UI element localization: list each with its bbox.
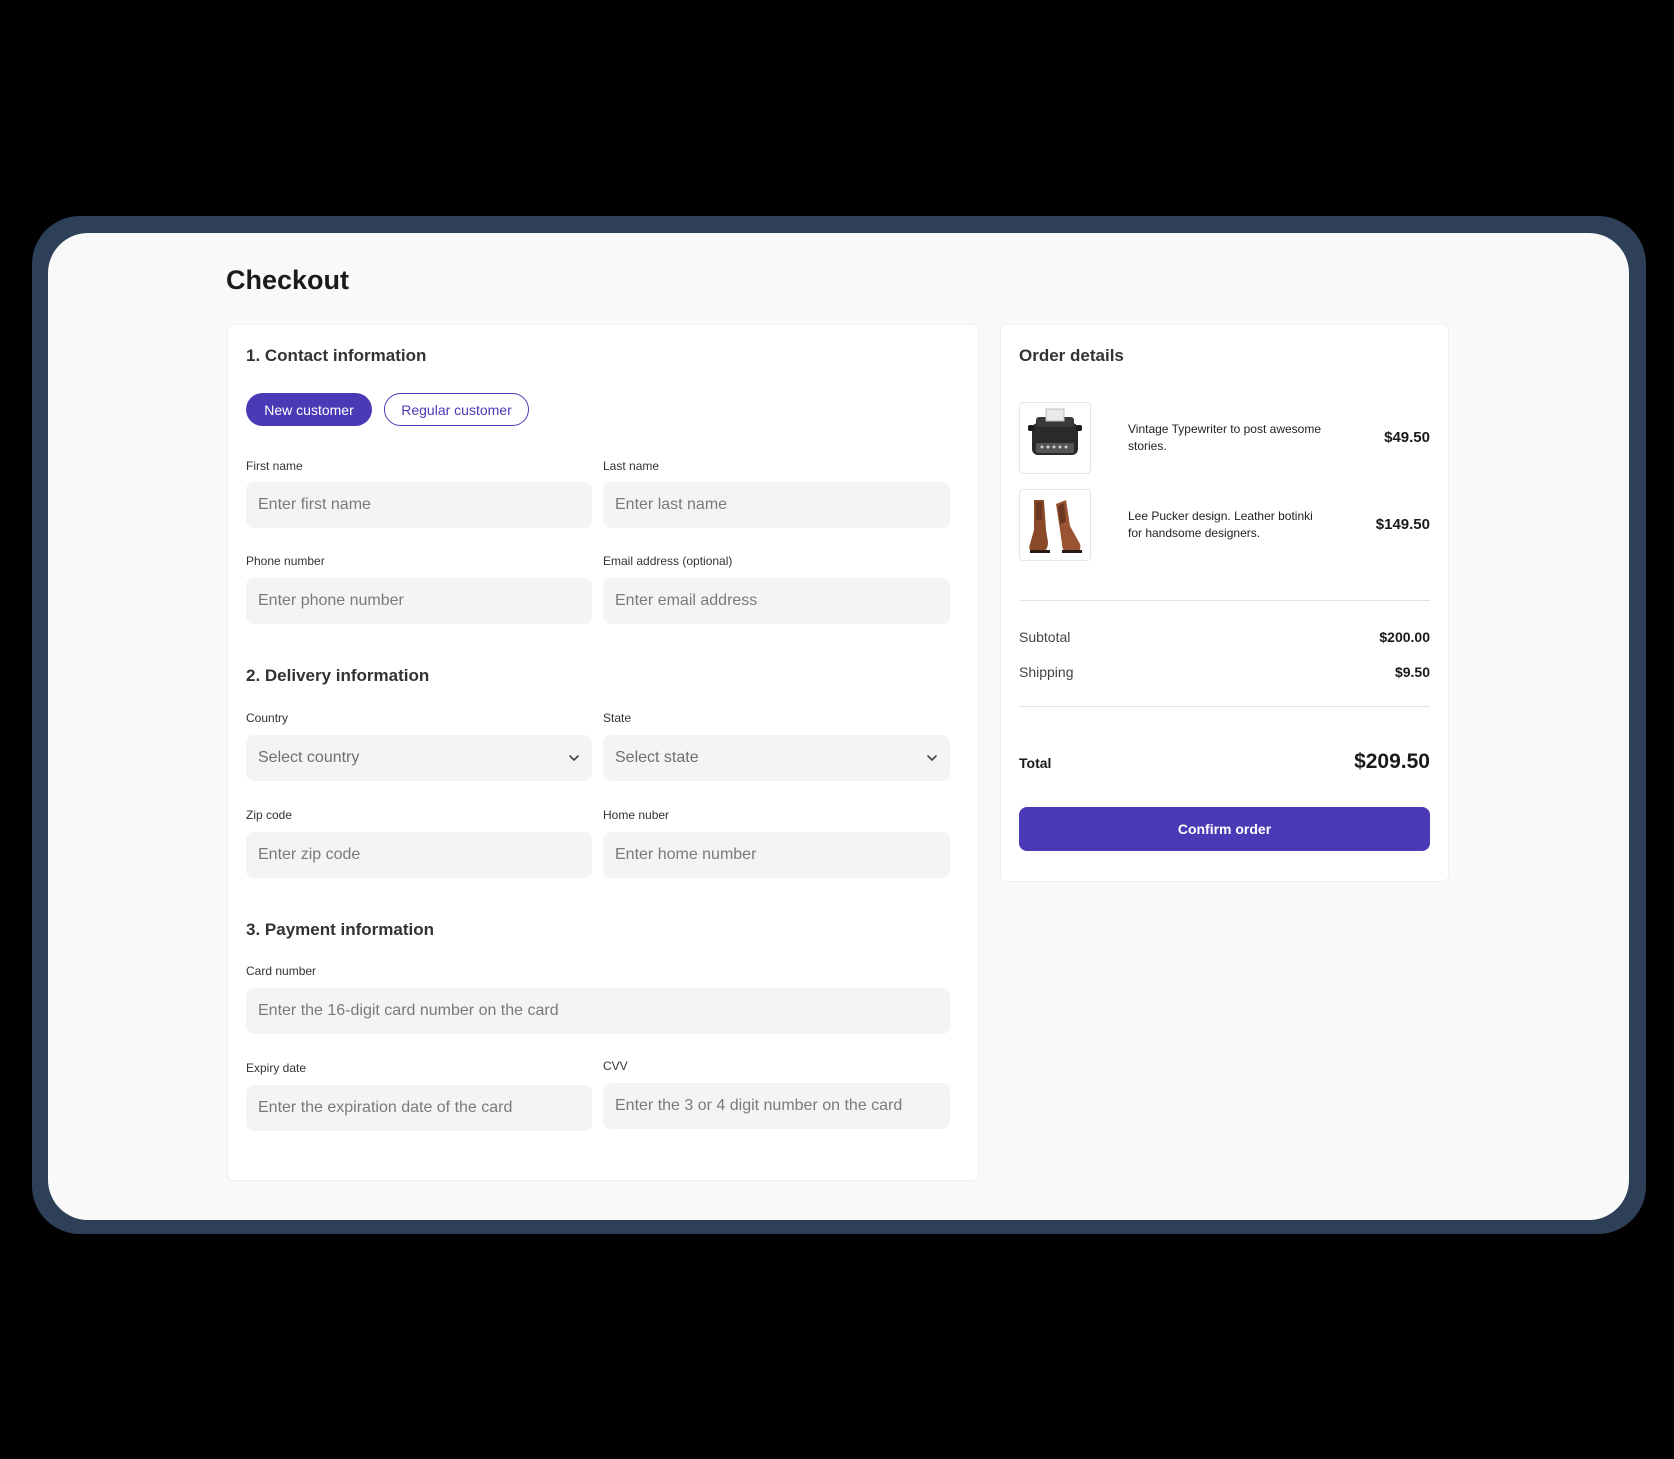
card-number-label: Card number bbox=[246, 964, 317, 978]
contact-section-title: 1. Contact information bbox=[246, 346, 427, 365]
divider bbox=[1019, 706, 1430, 707]
shipping-value: $9.50 bbox=[1394, 664, 1430, 680]
regular-customer-tab[interactable]: Regular customer bbox=[384, 393, 529, 426]
page-title: Checkout bbox=[226, 265, 350, 295]
home-number-label: Home nuber bbox=[603, 808, 670, 822]
confirm-order-button[interactable]: Confirm order bbox=[1019, 807, 1430, 851]
chevron-down-icon bbox=[927, 755, 937, 761]
card-number-input[interactable] bbox=[246, 988, 950, 1034]
phone-label: Phone number bbox=[246, 554, 325, 568]
cvv-label: CVV bbox=[603, 1059, 628, 1073]
state-label: State bbox=[603, 711, 632, 725]
state-select-value: Select state bbox=[615, 749, 699, 766]
new-customer-tab[interactable]: New customer bbox=[246, 393, 372, 426]
home-number-input[interactable] bbox=[603, 832, 950, 878]
zip-label: Zip code bbox=[246, 808, 293, 822]
total-label: Total bbox=[1019, 755, 1052, 771]
subtotal-value: $200.00 bbox=[1379, 629, 1430, 645]
order-item-price: $149.50 bbox=[1375, 516, 1430, 533]
cvv-input[interactable] bbox=[603, 1083, 950, 1129]
chevron-down-icon bbox=[569, 755, 579, 761]
boots-image bbox=[1019, 489, 1091, 561]
expiry-input[interactable] bbox=[246, 1085, 592, 1131]
delivery-section-title: 2. Delivery information bbox=[246, 666, 430, 685]
country-select-value: Select country bbox=[258, 749, 360, 766]
country-select[interactable]: Select country bbox=[246, 735, 592, 781]
order-details-title: Order details bbox=[1019, 346, 1124, 365]
email-label: Email address (optional) bbox=[603, 554, 733, 568]
total-value: $209.50 bbox=[1354, 750, 1430, 773]
first-name-input[interactable] bbox=[246, 482, 592, 528]
phone-input[interactable] bbox=[246, 578, 592, 624]
order-item-price: $49.50 bbox=[1384, 429, 1430, 446]
country-label: Country bbox=[246, 711, 289, 725]
subtotal-label: Subtotal bbox=[1019, 629, 1071, 645]
expiry-label: Expiry date bbox=[246, 1061, 307, 1075]
shipping-label: Shipping bbox=[1019, 664, 1074, 680]
state-select[interactable]: Select state bbox=[603, 735, 950, 781]
last-name-label: Last name bbox=[603, 459, 660, 473]
first-name-label: First name bbox=[246, 459, 303, 473]
order-item-name: Lee Pucker design. Leather botinki for h… bbox=[1128, 509, 1313, 540]
payment-section-title: 3. Payment information bbox=[246, 920, 434, 939]
zip-input[interactable] bbox=[246, 832, 592, 878]
order-item-name: Vintage Typewriter to post awesome stori… bbox=[1128, 422, 1321, 453]
divider bbox=[1019, 600, 1430, 601]
typewriter-image bbox=[1019, 402, 1091, 474]
email-input[interactable] bbox=[603, 578, 950, 624]
last-name-input[interactable] bbox=[603, 482, 950, 528]
